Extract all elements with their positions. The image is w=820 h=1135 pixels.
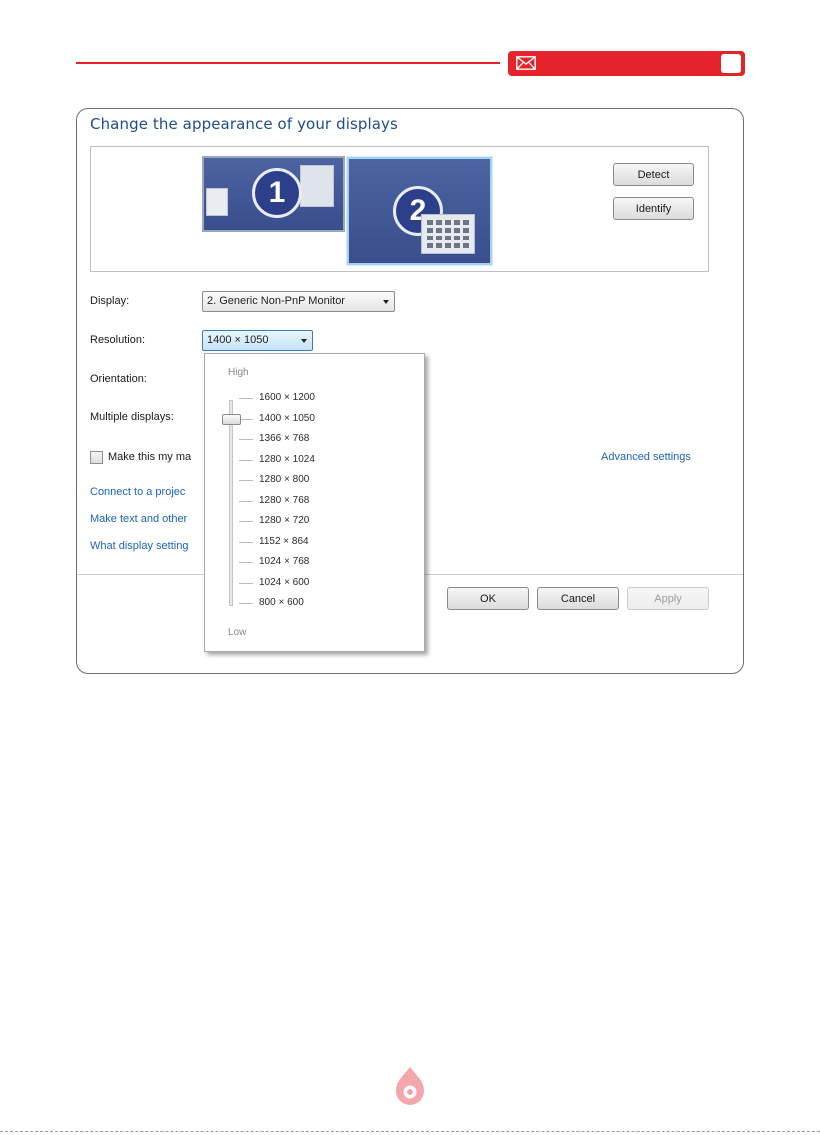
display-label: Display:	[90, 295, 130, 307]
slider-tick	[239, 418, 253, 420]
display-settings-help-link[interactable]: What display setting	[90, 540, 188, 552]
main-display-checkbox[interactable]	[90, 451, 103, 464]
resolution-option[interactable]: 1366 × 768	[259, 433, 309, 444]
resolution-slider-thumb[interactable]	[222, 413, 241, 425]
identify-button[interactable]: Identify	[613, 197, 694, 220]
page-bottom-rule	[0, 1131, 820, 1132]
brand-logo-icon	[396, 1067, 424, 1105]
resolution-option[interactable]: 1600 × 1200	[259, 392, 315, 403]
resolution-option[interactable]: 1280 × 1024	[259, 454, 315, 465]
envelope-icon	[516, 56, 536, 70]
make-text-larger-link[interactable]: Make text and other	[90, 513, 187, 525]
slider-tick	[239, 398, 253, 399]
display-select[interactable]: 2. Generic Non-PnP Monitor	[202, 291, 395, 312]
low-label: Low	[228, 627, 247, 638]
resolution-dropdown: High 1600 × 1200 1400 × 1050 1366 × 768 128…	[204, 353, 425, 652]
slider-tick	[239, 603, 253, 604]
main-display-checkbox-label: Make this my ma	[108, 451, 192, 463]
slider-tick	[239, 562, 253, 563]
slider-tick	[239, 459, 253, 461]
header-page-box	[721, 54, 741, 73]
resolution-option[interactable]: 800 × 600	[259, 597, 304, 608]
multiple-displays-label: Multiple displays:	[90, 411, 174, 423]
dialog-title: Change the appearance of your displays	[90, 115, 398, 133]
desktop-icons-grid	[421, 214, 475, 254]
resolution-option[interactable]: 1400 × 1050	[259, 413, 315, 424]
resolution-label: Resolution:	[90, 334, 146, 346]
monitor-2[interactable]: 2	[347, 157, 492, 265]
screen-resolution-window: Change the appearance of your displays 1…	[76, 108, 744, 674]
resolution-option[interactable]: 1280 × 800	[259, 474, 309, 485]
high-label: High	[228, 367, 249, 378]
resolution-option[interactable]: 1280 × 720	[259, 515, 309, 526]
resolution-slider-track[interactable]	[229, 400, 233, 606]
connect-projector-link[interactable]: Connect to a projec	[90, 486, 185, 498]
monitor-1[interactable]: 1	[202, 156, 345, 232]
monitor-1-number: 1	[252, 168, 302, 218]
chevron-down-icon	[301, 339, 307, 343]
resolution-option[interactable]: 1024 × 768	[259, 556, 309, 567]
slider-tick	[239, 582, 253, 584]
window-thumbnail	[206, 188, 228, 216]
cancel-button[interactable]: Cancel	[537, 587, 619, 610]
header-bar	[508, 51, 745, 76]
resolution-option[interactable]: 1024 × 600	[259, 577, 309, 588]
resolution-select-value: 1400 × 1050	[207, 334, 269, 346]
ok-button[interactable]: OK	[447, 587, 529, 610]
advanced-settings-link[interactable]: Advanced settings	[601, 451, 691, 463]
display-select-value: 2. Generic Non-PnP Monitor	[207, 295, 345, 307]
monitor-arrangement-area: 1 2 Detect Identify	[90, 146, 709, 272]
apply-button[interactable]: Apply	[627, 587, 709, 610]
slider-tick	[239, 439, 253, 440]
window-thumbnail	[300, 165, 334, 207]
slider-tick	[239, 480, 253, 481]
orientation-label: Orientation:	[90, 373, 147, 385]
resolution-option[interactable]: 1280 × 768	[259, 495, 309, 506]
detect-button[interactable]: Detect	[613, 163, 694, 186]
resolution-select[interactable]: 1400 × 1050	[202, 330, 313, 351]
slider-tick	[239, 541, 253, 543]
resolution-option[interactable]: 1152 × 864	[259, 536, 309, 547]
slider-tick	[239, 500, 253, 502]
slider-tick	[239, 521, 253, 522]
chevron-down-icon	[383, 300, 389, 304]
header-rule	[76, 62, 500, 64]
